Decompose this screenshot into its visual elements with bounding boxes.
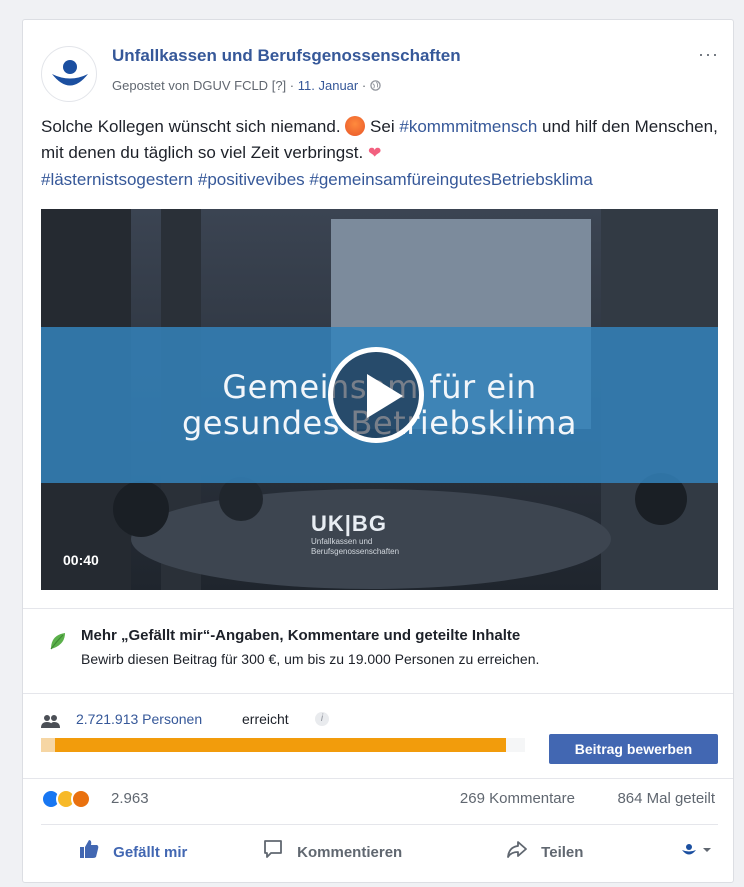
reach-progress-fill (41, 738, 506, 752)
boost-title: Mehr „Gefällt mir“-Angaben, Kommentare u… (81, 627, 521, 644)
page-avatar[interactable] (41, 46, 97, 102)
info-icon[interactable]: i (315, 712, 329, 726)
page-name-link[interactable]: Unfallkassen und Berufsgenossenschaften (112, 46, 461, 66)
hashtag-laesternistsogestern[interactable]: #lästernistsogestern (41, 170, 193, 189)
share-label: Teilen (541, 844, 584, 861)
comment-button[interactable]: Kommentieren (263, 839, 402, 863)
shares-count[interactable]: 864 Mal geteilt (617, 790, 715, 807)
heart-emoji-icon: ❤ (367, 145, 382, 162)
like-label: Gefällt mir (113, 844, 188, 861)
posted-by-help[interactable]: [?] (272, 78, 286, 93)
angry-face-emoji-icon (345, 116, 366, 136)
posted-by-prefix: Gepostet von (112, 78, 190, 93)
play-button[interactable] (328, 347, 424, 443)
page-switcher[interactable] (680, 843, 714, 862)
boost-subtitle: Bewirb diesen Beitrag für 300 €, um bis … (81, 651, 540, 667)
meta-separator-2: · (361, 78, 367, 93)
people-icon (41, 715, 60, 728)
globe-icon (370, 80, 381, 91)
post-card: Unfallkassen und Berufsgenossenschaften … (22, 19, 734, 883)
ukbg-sub1: Unfallkassen und (311, 537, 373, 546)
like-button[interactable]: Gefällt mir (79, 839, 187, 863)
comments-count[interactable]: 269 Kommentare (460, 790, 575, 807)
video-player[interactable]: Gemeinsam für ein gesundes Betriebsklima… (41, 209, 718, 590)
posted-by-name[interactable]: DGUV FCLD (193, 78, 268, 93)
reach-row: 2.721.913 Personen erreicht i Beitrag be… (23, 708, 733, 766)
post-meta: Gepostet von DGUV FCLD [?] · 11. Januar … (112, 78, 381, 93)
reach-progress-bar (41, 738, 525, 752)
post-text-part2: Sei (370, 117, 395, 136)
post-text: Solche Kollegen wünscht sich niemand. Se… (41, 114, 721, 193)
hashtag-kommmitmensch[interactable]: #kommmitmensch (399, 117, 537, 136)
share-button[interactable]: Teilen (507, 839, 583, 863)
comment-icon (264, 840, 282, 858)
action-bar: Gefällt mir Kommentieren Teilen (41, 824, 718, 876)
angry-reaction-icon (71, 789, 91, 809)
reaction-icons[interactable] (41, 789, 103, 809)
hashtag-betriebsklima[interactable]: #gemeinsamfüreingutesBetriebsklima (309, 170, 592, 189)
post-date[interactable]: 11. Januar (298, 78, 358, 93)
thumbs-up-icon (80, 840, 99, 858)
boost-post-button[interactable]: Beitrag bewerben (549, 734, 718, 764)
meta-separator: · (289, 78, 295, 93)
hashtag-positivevibes[interactable]: #positivevibes (198, 170, 305, 189)
page-avatar-dropdown-icon (682, 844, 711, 855)
ukbg-brand: UK|BG (311, 511, 387, 536)
post-text-part1: Solche Kollegen wünscht sich niemand. (41, 117, 341, 136)
boost-suggestion: Mehr „Gefällt mir“-Angaben, Kommentare u… (23, 608, 733, 694)
post-header: Unfallkassen und Berufsgenossenschaften … (41, 40, 719, 102)
reach-count-link[interactable]: 2.721.913 Personen (76, 711, 202, 727)
video-duration: 00:40 (63, 552, 99, 568)
reach-label: erreicht (242, 711, 289, 727)
ukbg-sub2: Berufsgenossenschaften (311, 547, 400, 556)
post-stats: 2.963 269 Kommentare 864 Mal geteilt (23, 778, 733, 814)
comment-label: Kommentieren (297, 844, 403, 861)
leaf-icon (50, 633, 65, 650)
reactions-count[interactable]: 2.963 (111, 790, 149, 807)
more-options-button[interactable]: ··· (698, 44, 719, 65)
dguv-logo-icon (52, 60, 88, 86)
ukbg-logo: UK|BG Unfallkassen und Berufsgenossensch… (311, 511, 399, 557)
share-icon (507, 841, 527, 858)
reach-progress-start (41, 738, 55, 752)
